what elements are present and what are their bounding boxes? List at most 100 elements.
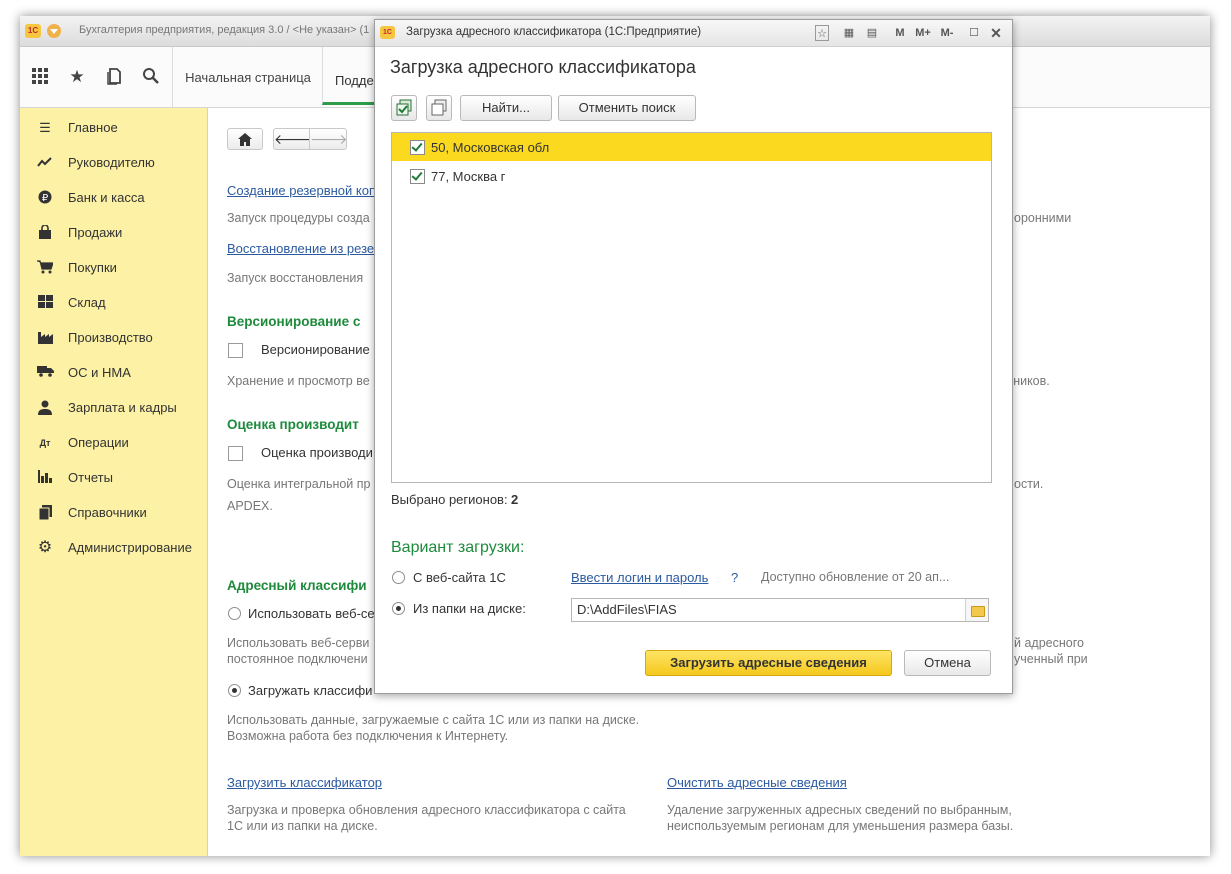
link-enter-login[interactable]: Ввести логин и пароль <box>571 570 708 585</box>
link-backup[interactable]: Создание резервной коп <box>227 183 376 198</box>
find-button[interactable]: Найти... <box>460 95 552 121</box>
dtkt-icon: Дт <box>39 438 51 448</box>
uncheck-all-button[interactable] <box>426 95 452 121</box>
sidebar-item-label: Отчеты <box>68 470 113 485</box>
region-checkbox[interactable] <box>410 140 425 155</box>
arrow-right-icon: 🡒 <box>310 131 348 147</box>
sidebar: ☰ Главное Руководителю ₽ Банк и касса Прод… <box>20 108 208 856</box>
sidebar-item-sales[interactable]: Продажи <box>20 223 207 243</box>
hint-load-classifier: Загрузка и проверка обновления адресного… <box>227 803 626 817</box>
list-item[interactable]: 77, Москва г <box>392 162 991 190</box>
sidebar-item-directories[interactable]: Справочники <box>20 503 207 523</box>
hint-backup: Запуск процедуры созда <box>227 211 370 225</box>
main-menu-icon[interactable] <box>47 24 61 38</box>
sidebar-item-label: Главное <box>68 120 118 135</box>
sidebar-item-assets[interactable]: ОС и НМА <box>20 363 207 383</box>
update-info: Доступно обновление от 20 ап... <box>761 570 950 584</box>
gear-icon: ⚙ <box>37 539 53 556</box>
star-icon[interactable]: ★ <box>67 67 87 87</box>
sidebar-item-label: Склад <box>68 295 106 310</box>
radio-load-classifier[interactable] <box>228 684 241 697</box>
sidebar-item-warehouse[interactable]: Склад <box>20 293 207 313</box>
hint-load-2: Возможна работа без подключения к Интерн… <box>227 729 509 743</box>
cancel-button[interactable]: Отмена <box>904 650 991 676</box>
hint-load: Использовать данные, загружаемые с сайта… <box>227 713 640 727</box>
sidebar-item-label: Руководителю <box>68 155 155 170</box>
check-all-button[interactable] <box>391 95 417 121</box>
chart-icon <box>37 470 53 486</box>
close-icon[interactable]: ✕ <box>989 25 1003 41</box>
hint-clear: Удаление загруженных адресных сведений п… <box>667 803 1012 817</box>
link-load-classifier[interactable]: Загрузить классификатор <box>227 775 382 790</box>
help-link[interactable]: ? <box>731 570 738 585</box>
maximize-icon[interactable]: ☐ <box>967 25 981 41</box>
factory-icon <box>37 330 53 346</box>
load-address-button[interactable]: Загрузить адресные сведения <box>645 650 892 676</box>
list-item[interactable]: 50, Московская обл <box>392 133 991 161</box>
memory-minus-button[interactable]: M- <box>937 25 957 41</box>
uncheck-all-icon <box>431 99 447 116</box>
calculator-icon[interactable]: ▦ <box>843 25 855 41</box>
hint-webservice-right: й адресного <box>1014 636 1084 650</box>
dialog-logo-icon: 1С <box>380 26 395 39</box>
tab-home[interactable]: Начальная страница <box>172 47 323 107</box>
versioning-checkbox[interactable] <box>228 343 243 358</box>
hint-clear-2: неиспользуемым регионам для уменьшения р… <box>667 819 1014 833</box>
memory-m-button[interactable]: M <box>893 25 907 41</box>
hint-load-classifier-2: 1С или из папки на диске. <box>227 819 378 833</box>
bookmark-icon[interactable]: ☆ <box>815 25 829 41</box>
region-label: 50, Московская обл <box>431 140 550 155</box>
arrow-left-icon: 🡐 <box>274 131 312 147</box>
link-restore[interactable]: Восстановление из резе <box>227 241 374 256</box>
section-versioning: Версионирование с <box>227 314 361 329</box>
sidebar-item-bank[interactable]: ₽ Банк и касса <box>20 188 207 208</box>
ruble-icon: ₽ <box>37 190 53 206</box>
hint-performance-right: ости. <box>1014 477 1044 491</box>
sidebar-item-label: Продажи <box>68 225 123 240</box>
dialog-titlebar: 1С Загрузка адресного классификатора (1С… <box>375 20 1012 47</box>
folder-path-field[interactable]: D:\AddFiles\FIAS <box>571 598 989 622</box>
cart-icon <box>37 260 54 276</box>
regions-list[interactable]: 50, Московская обл 77, Москва г <box>391 132 992 483</box>
sidebar-item-label: Банк и касса <box>68 190 145 205</box>
check-all-icon <box>396 99 412 116</box>
apps-grid-icon[interactable] <box>30 67 50 87</box>
radio-from-folder[interactable] <box>392 602 405 615</box>
hint-webservice: Использовать веб-серви <box>227 636 370 650</box>
sidebar-item-operations[interactable]: Дт Операции <box>20 433 207 453</box>
section-address: Адресный классифи <box>227 578 367 593</box>
sidebar-item-salary[interactable]: Зарплата и кадры <box>20 398 207 418</box>
sidebar-item-production[interactable]: Производство <box>20 328 207 348</box>
radio-webservice-label: Использовать веб-се <box>248 606 375 621</box>
sidebar-item-main[interactable]: ☰ Главное <box>20 118 207 138</box>
memory-plus-button[interactable]: M+ <box>913 25 933 41</box>
performance-checkbox[interactable] <box>228 446 243 461</box>
sidebar-item-reports[interactable]: Отчеты <box>20 468 207 488</box>
forward-button[interactable]: 🡒 <box>309 128 348 150</box>
bag-icon <box>37 224 53 241</box>
sidebar-item-admin[interactable]: ⚙ Администрирование <box>20 538 207 558</box>
tab-support[interactable]: Подде <box>322 47 382 105</box>
main-window-title: Бухгалтерия предприятия, редакция 3.0 / … <box>79 24 370 36</box>
cancel-search-button[interactable]: Отменить поиск <box>558 95 696 121</box>
book-icon <box>37 505 53 521</box>
calendar-icon[interactable]: ▤ <box>865 25 879 41</box>
sidebar-item-label: Администрирование <box>68 540 192 555</box>
radio-from-website[interactable] <box>392 571 405 584</box>
hint-versioning: Хранение и просмотр ве <box>227 374 370 388</box>
link-clear-address[interactable]: Очистить адресные сведения <box>667 775 847 790</box>
dialog-window-title: Загрузка адресного классификатора (1С:Пр… <box>406 26 702 38</box>
history-icon[interactable] <box>105 67 125 87</box>
hint-third-party: оронними <box>1014 211 1072 225</box>
back-button[interactable]: 🡐 <box>273 128 312 150</box>
sidebar-item-label: Справочники <box>68 505 147 520</box>
folder-open-icon[interactable] <box>965 599 988 621</box>
home-button[interactable] <box>227 128 263 150</box>
sidebar-item-label: Зарплата и кадры <box>68 400 177 415</box>
search-icon[interactable] <box>141 67 161 87</box>
sidebar-item-purchases[interactable]: Покупки <box>20 258 207 278</box>
sidebar-item-manager[interactable]: Руководителю <box>20 153 207 173</box>
region-checkbox[interactable] <box>410 169 425 184</box>
radio-webservice[interactable] <box>228 607 241 620</box>
hint-restore: Запуск восстановления <box>227 271 364 285</box>
